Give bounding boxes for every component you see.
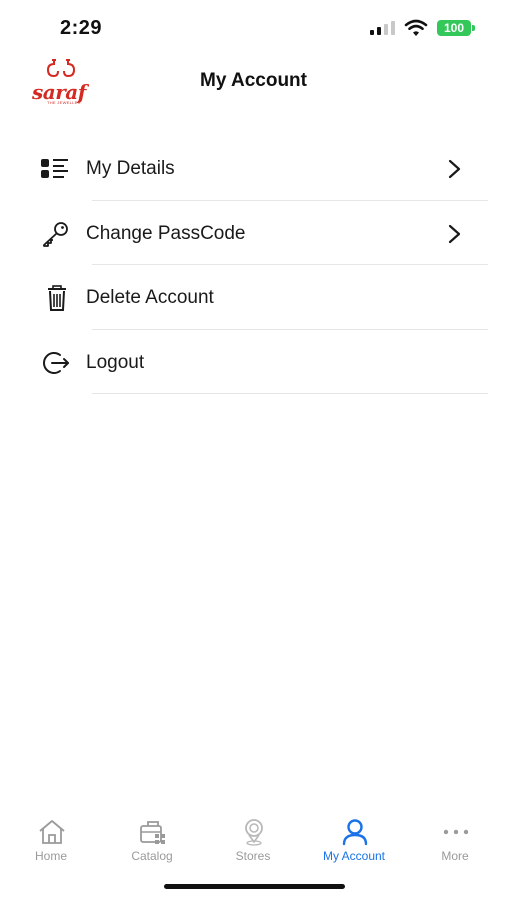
user-icon — [342, 819, 368, 846]
home-icon — [39, 820, 65, 844]
menu-item-delete-account[interactable]: Delete Account — [0, 265, 507, 330]
chevron-right-icon — [448, 224, 461, 243]
battery-icon: 100 — [437, 20, 475, 36]
menu-item-change-passcode[interactable]: Change PassCode — [0, 201, 507, 265]
menu-item-logout[interactable]: Logout — [0, 330, 507, 394]
page-title: My Account — [200, 70, 307, 91]
menu-item-label: Change PassCode — [86, 222, 246, 244]
tab-label: More — [441, 849, 469, 863]
tab-label: Home — [34, 849, 67, 863]
status-bar: 2:29 100 — [0, 0, 507, 56]
tab-home[interactable]: Home — [1, 806, 101, 866]
menu-item-my-details[interactable]: My Details — [0, 136, 507, 201]
account-menu: My Details Change PassCode Delete Accoun… — [0, 136, 507, 394]
menu-item-label: Delete Account — [86, 287, 214, 308]
tab-stores[interactable]: Stores — [203, 806, 303, 866]
more-icon — [443, 829, 469, 835]
battery-level: 100 — [437, 20, 471, 36]
tab-label: Catalog — [131, 849, 173, 863]
tab-more[interactable]: More — [405, 806, 505, 866]
tab-label: Stores — [235, 849, 271, 863]
chevron-right-icon — [448, 159, 461, 179]
menu-item-label: Logout — [86, 351, 145, 373]
status-time: 2:29 — [60, 17, 103, 39]
tab-catalog[interactable]: Catalog — [102, 806, 202, 866]
key-icon — [43, 221, 68, 247]
signal-icon — [370, 21, 395, 35]
logo-subtext: THE JEWELLER — [47, 100, 81, 105]
trash-icon — [48, 285, 66, 311]
logout-icon — [43, 351, 69, 374]
header: saraf THE JEWELLER My Account — [0, 56, 507, 112]
home-indicator — [164, 884, 345, 889]
menu-item-label: My Details — [86, 158, 175, 179]
bottom-tab-bar: Home Catalog Stores My Account More — [0, 806, 507, 876]
wifi-icon — [404, 19, 428, 36]
stores-icon — [245, 819, 263, 846]
tab-my-account[interactable]: My Account — [304, 806, 404, 866]
details-list-icon — [41, 159, 68, 178]
catalog-icon — [140, 821, 165, 844]
divider — [92, 393, 488, 394]
tab-label: My Account — [322, 849, 386, 863]
